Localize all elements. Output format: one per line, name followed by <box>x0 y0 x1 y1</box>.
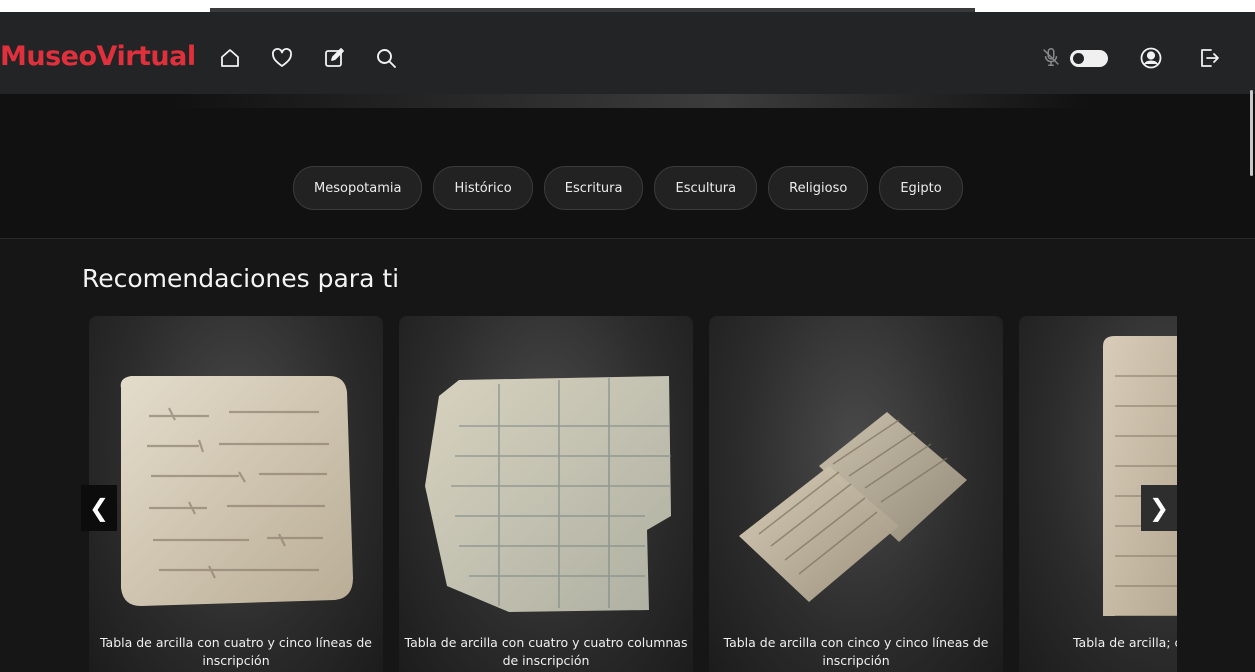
artifact-image <box>1103 336 1177 616</box>
artifact-card[interactable]: Tabla de arcilla con cuatro y cinco líne… <box>89 316 383 672</box>
artifact-image <box>739 412 967 602</box>
brand-logo[interactable]: MuseoVirtual <box>0 41 196 72</box>
mic-off-icon[interactable] <box>1040 46 1062 68</box>
artifact-caption: Tabla de arcilla con cinco y cinco línea… <box>723 635 989 668</box>
browser-top-strip <box>0 0 1255 12</box>
chip-egipto[interactable]: Egipto <box>879 166 963 210</box>
heart-icon[interactable] <box>268 44 296 72</box>
voice-toggle[interactable] <box>1070 50 1108 67</box>
category-chips: Mesopotamia Histórico Escritura Escultur… <box>293 166 963 210</box>
carousel-prev-button[interactable]: ❮ <box>81 485 117 531</box>
search-icon[interactable] <box>372 44 400 72</box>
artifact-image <box>425 376 671 612</box>
home-icon[interactable] <box>216 44 244 72</box>
chip-mesopotamia[interactable]: Mesopotamia <box>293 166 423 210</box>
section-divider <box>0 238 1255 239</box>
artifact-caption: Tabla de arcilla con cuatro y cinco líne… <box>99 635 373 668</box>
carousel-next-button[interactable]: ❯ <box>1141 485 1177 531</box>
artifact-caption: Tabla de arcilla; cartucho nasi <box>1072 635 1177 650</box>
recommendations-title: Recomendaciones para ti <box>82 264 400 293</box>
chip-historico[interactable]: Histórico <box>433 166 533 210</box>
logout-icon[interactable] <box>1195 44 1223 72</box>
page-scrollbar[interactable] <box>1250 90 1253 176</box>
navbar: MuseoVirtual <box>0 12 1255 94</box>
chip-escritura[interactable]: Escritura <box>543 166 644 210</box>
artifact-card[interactable]: Tabla de arcilla con cinco y cinco línea… <box>709 316 1003 672</box>
recommendations-carousel: Tabla de arcilla con cuatro y cinco líne… <box>89 316 1177 672</box>
edit-icon[interactable] <box>320 44 348 72</box>
artifact-caption: Tabla de arcilla con cuatro y cuatro col… <box>404 635 688 668</box>
toggle-knob <box>1073 53 1084 64</box>
artifact-card[interactable]: Tabla de arcilla con cuatro y cuatro col… <box>399 316 693 672</box>
chip-escultura[interactable]: Escultura <box>654 166 758 210</box>
chip-religioso[interactable]: Religioso <box>768 166 869 210</box>
user-circle-icon[interactable] <box>1137 44 1165 72</box>
artifact-image <box>120 376 353 606</box>
